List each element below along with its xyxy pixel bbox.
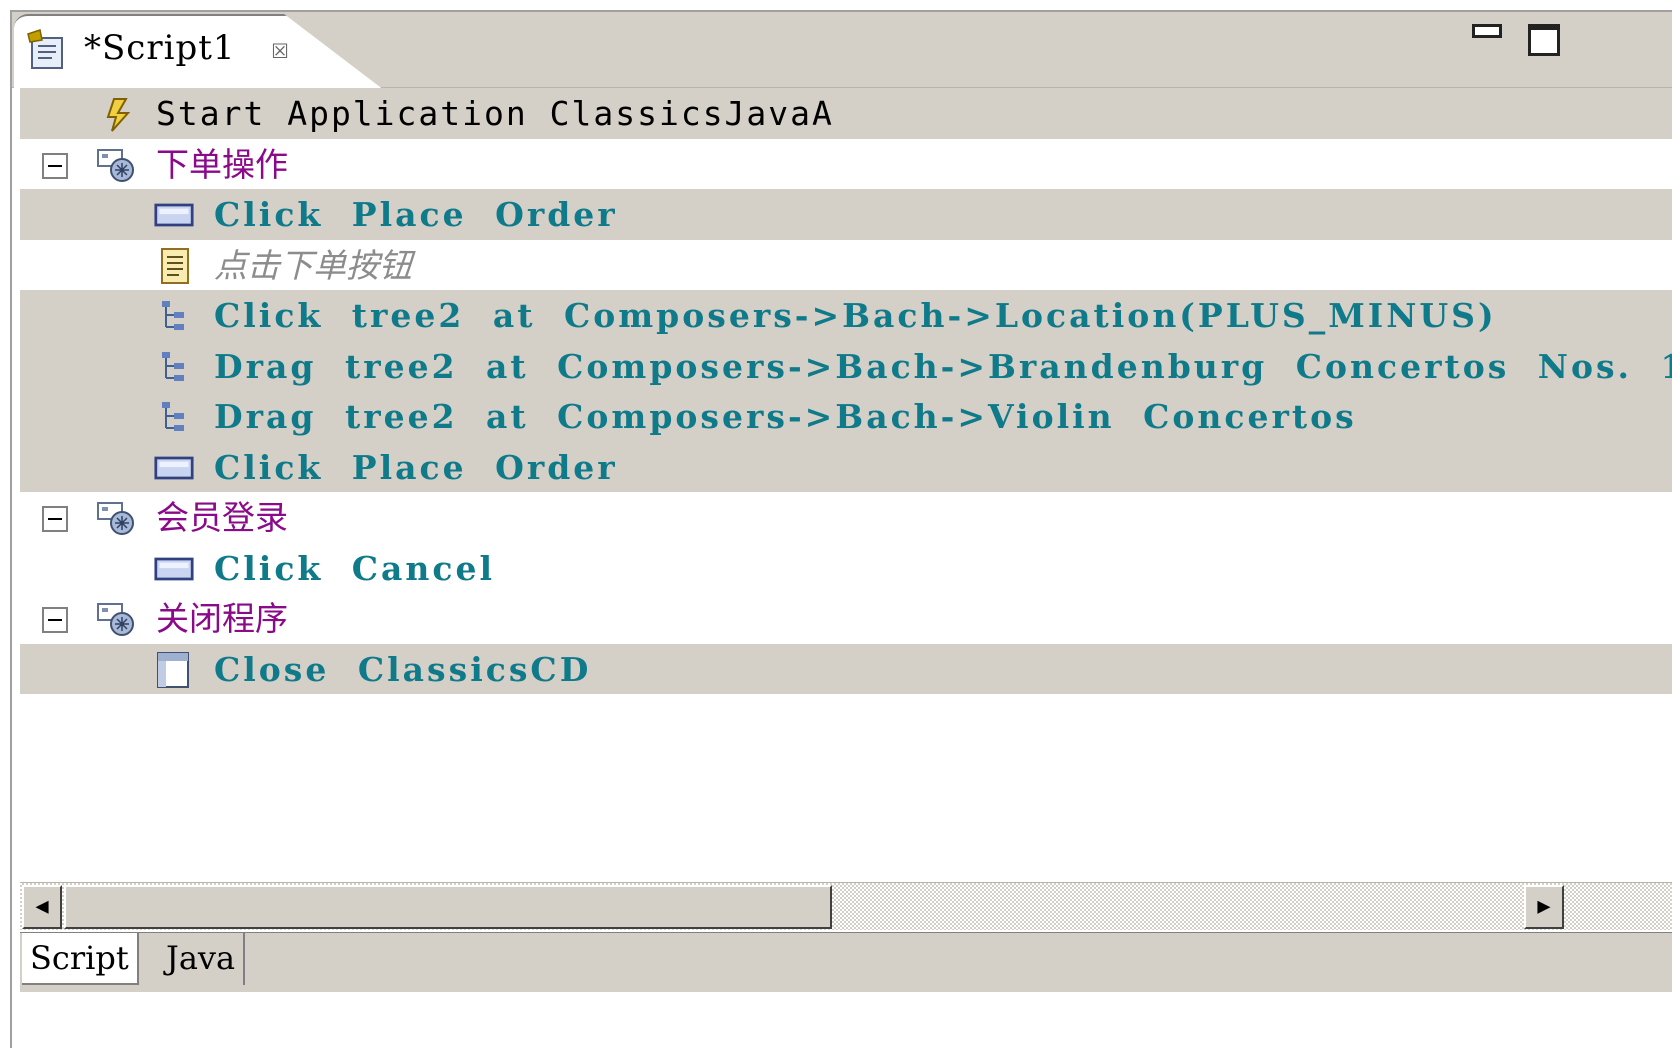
tree-control-icon	[154, 348, 194, 386]
scrollbar-thumb[interactable]	[64, 885, 832, 929]
script-step-text: Start Application ClassicsJavaA	[156, 94, 834, 133]
button-control-icon	[154, 449, 194, 487]
editor-tab-script1[interactable]: *Script1 ☒	[14, 14, 384, 90]
maximize-icon[interactable]	[1528, 24, 1560, 56]
script-step-text: Click Place Order	[214, 447, 618, 487]
script-group-row[interactable]: 关闭程序	[20, 593, 1672, 644]
script-file-icon	[27, 29, 63, 69]
tab-script[interactable]: Script	[22, 933, 139, 985]
script-group-row[interactable]: 下单操作	[20, 139, 1672, 190]
script-step-text: Click tree2 at Composers->Bach->Location…	[214, 296, 1497, 335]
editor-bottom-tabs: Script Java	[20, 932, 1672, 992]
button-control-icon	[154, 196, 194, 234]
tree-control-icon	[154, 398, 194, 436]
script-step-text: Drag tree2 at Composers->Bach->Violin Co…	[214, 397, 1357, 436]
collapse-icon[interactable]	[42, 506, 68, 532]
editor-tab-strip: *Script1 ☒	[12, 12, 1672, 90]
scroll-left-arrow-icon[interactable]: ◀	[22, 885, 62, 929]
script-group-row[interactable]: 会员登录	[20, 492, 1672, 543]
comment-note-icon	[154, 247, 194, 285]
script-step-row[interactable]: Click Place Order	[20, 441, 1672, 492]
script-step-text: Drag tree2 at Composers->Bach->Brandenbu…	[214, 346, 1672, 386]
script-step-text: Click Cancel	[214, 548, 496, 588]
horizontal-scrollbar[interactable]: ◀ ▶	[20, 882, 1672, 930]
tree-control-icon	[154, 297, 194, 335]
script-step-row[interactable]: Click Cancel	[20, 543, 1672, 594]
script-step-row[interactable]: 点击下单按钮	[20, 240, 1672, 291]
script-tree: Start Application ClassicsJavaA 下单操作 Click…	[20, 88, 1672, 694]
script-group-label: 下单操作	[156, 144, 288, 184]
script-group-icon	[96, 146, 136, 184]
scroll-right-arrow-icon[interactable]: ▶	[1524, 885, 1564, 929]
minimize-icon[interactable]	[1472, 24, 1502, 38]
script-step-text: Click Place Order	[214, 195, 618, 234]
script-group-label: 关闭程序	[156, 599, 288, 638]
script-step-row[interactable]: Start Application ClassicsJavaA	[20, 88, 1672, 139]
script-editor: *Script1 ☒ Start Application ClassicsJav…	[10, 10, 1672, 1048]
editor-tab-title: *Script1	[84, 28, 236, 68]
collapse-icon[interactable]	[42, 152, 68, 179]
script-step-row[interactable]: Close ClassicsCD	[20, 643, 1672, 694]
collapse-icon[interactable]	[42, 607, 68, 633]
script-step-row[interactable]: Drag tree2 at Composers->Bach->Brandenbu…	[20, 340, 1672, 391]
start-app-icon	[100, 95, 140, 133]
script-step-row[interactable]: Click tree2 at Composers->Bach->Location…	[20, 290, 1672, 341]
script-step-row[interactable]: Drag tree2 at Composers->Bach->Violin Co…	[20, 391, 1672, 442]
script-group-icon	[96, 499, 136, 537]
window-control-icon	[154, 651, 194, 689]
script-group-label: 会员登录	[156, 498, 288, 537]
button-control-icon	[154, 550, 194, 588]
script-comment-text: 点击下单按钮	[214, 245, 412, 285]
script-step-text: Close ClassicsCD	[214, 649, 592, 689]
script-step-row[interactable]: Click Place Order	[20, 189, 1672, 240]
tab-java[interactable]: Java	[158, 933, 246, 985]
close-icon[interactable]: ☒	[264, 34, 296, 66]
script-group-icon	[96, 600, 136, 638]
